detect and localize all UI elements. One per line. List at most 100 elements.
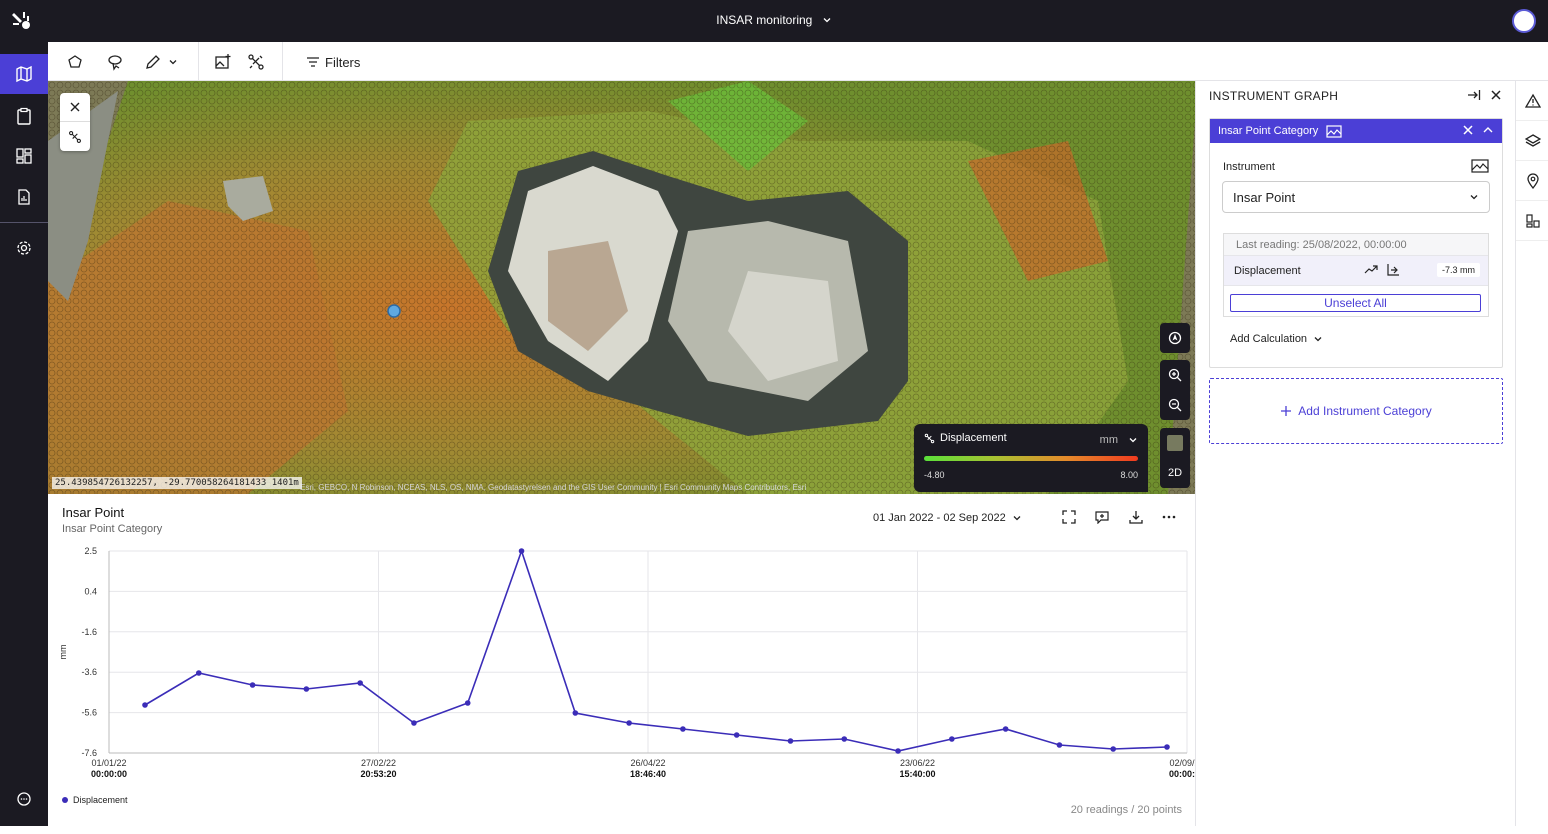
download-icon [1129,511,1143,524]
x-tick-time: 15:40:00 [899,769,935,779]
nav-divider [0,222,48,223]
basemap-toggle-button[interactable] [1160,428,1190,458]
reading-row-displacement[interactable]: Displacement -7.3 mm [1224,256,1488,286]
zoom-out-button[interactable] [1160,390,1190,420]
data-point [895,748,901,754]
legend-color-bar [924,456,1138,461]
chart-legend[interactable]: Displacement [62,795,128,805]
close-selection-button[interactable] [60,93,90,122]
displacement-tool-button[interactable] [247,52,265,72]
warning-icon [1524,93,1541,108]
remove-category-button[interactable] [1462,124,1474,139]
add-image-button[interactable] [214,52,232,72]
legend-unit-selector[interactable]: mm [1100,434,1118,446]
filters-label: Filters [325,54,361,70]
selected-point-marker[interactable] [387,304,401,318]
unselect-all-button[interactable]: Unselect All [1230,294,1481,312]
nav-report[interactable] [0,177,48,217]
view-mode-button[interactable]: 2D [1160,458,1190,488]
map-icon [16,65,32,83]
add-calculation-dropdown[interactable]: Add Calculation [1230,333,1323,345]
legend-collapse-button[interactable] [1128,432,1138,450]
arrow-to-right-icon [1468,90,1481,100]
nav-chat[interactable] [0,779,48,819]
reading-label: Displacement [1234,265,1301,277]
data-point [572,710,579,716]
lasso-select-button[interactable] [106,52,124,72]
data-point [518,548,525,554]
polygon-select-button[interactable] [66,52,84,72]
export-axis-icon[interactable] [1386,263,1400,280]
rail-location[interactable] [1516,161,1548,201]
view-mode-label: 2D [1167,467,1183,479]
legend-series-label: Displacement [73,795,128,805]
download-button[interactable] [1129,510,1143,524]
app-title-dropdown[interactable]: INSAR monitoring [0,13,1548,28]
legend-series-dot [62,797,68,803]
data-point [1110,746,1117,752]
displacement-icon [69,130,81,143]
dock-panel-button[interactable] [1467,88,1481,107]
nav-settings[interactable] [0,228,48,268]
image-icon[interactable] [1326,124,1342,138]
more-horizontal-icon [1162,515,1176,519]
legend-title: Displacement [940,432,1007,444]
x-tick-date: 01/01/22 [91,758,126,768]
collapse-category-button[interactable] [1482,124,1494,139]
filter-icon [307,57,319,67]
nav-dashboard[interactable] [0,136,48,176]
location-pin-icon [1526,172,1539,189]
filters-button[interactable]: Filters [306,52,360,72]
nav-map[interactable] [0,54,48,94]
y-axis-label: mm [58,645,68,660]
compass-control [1160,323,1190,353]
rail-layers[interactable] [1516,121,1548,161]
layers-icon [1524,133,1541,147]
toolbar-divider [198,42,199,81]
reading-value: -7.3 mm [1436,263,1480,277]
close-icon [70,102,80,112]
category-name: Insar Point Category [1218,125,1319,137]
add-instrument-category-button[interactable]: Add Instrument Category [1209,378,1503,444]
add-calculation-label: Add Calculation [1230,333,1308,345]
fullscreen-button[interactable] [1062,510,1076,524]
chevron-down-icon [1470,195,1478,200]
rail-widgets[interactable] [1516,201,1548,241]
close-panel-button[interactable] [1489,88,1503,107]
compass-button[interactable] [1160,323,1190,353]
category-card: Insar Point Category Instrument Insar Po… [1209,118,1503,368]
displacement-chart[interactable]: 2.50.4-1.6-3.6-5.6-7.6mm01/01/2200:00:00… [48,534,1195,834]
clipboard-icon [17,107,31,125]
add-comment-button[interactable] [1095,510,1109,524]
instrument-select[interactable]: Insar Point [1222,181,1490,213]
map-attribution: Esri, GEBCO, N Robinson, NCEAS, NLS, OS,… [300,483,807,492]
zoom-in-button[interactable] [1160,360,1190,390]
draw-tool-dropdown[interactable] [144,52,178,72]
expand-icon [1062,510,1076,524]
avatar[interactable] [1512,9,1536,33]
data-point [411,720,417,726]
data-point [733,732,740,738]
displacement-select-button[interactable] [60,122,90,151]
instrument-image-button[interactable] [1471,159,1489,178]
data-point [1002,726,1009,732]
data-point [626,720,632,726]
map-legend: Displacement mm -4.80 8.00 [914,424,1148,492]
data-point [841,736,848,742]
chevron-down-icon [169,60,177,65]
category-header[interactable]: Insar Point Category [1210,119,1502,143]
polygon-icon [68,55,82,68]
date-range-label: 01 Jan 2022 - 02 Sep 2022 [873,512,1006,524]
zoom-in-icon [1168,368,1182,382]
data-point [1056,742,1063,748]
rail-alerts[interactable] [1516,81,1548,121]
y-tick-label: -1.6 [81,627,97,637]
more-options-button[interactable] [1162,510,1176,524]
compass-icon [1168,331,1182,345]
date-range-picker[interactable]: 01 Jan 2022 - 02 Sep 2022 [873,512,1022,524]
map-view[interactable]: 25.439854726132257, -29.770058264181433 … [48,81,1195,494]
instrument-label: Instrument [1223,161,1275,173]
trend-icon[interactable] [1364,263,1378,280]
data-point [680,726,686,732]
nav-clipboard[interactable] [0,96,48,136]
